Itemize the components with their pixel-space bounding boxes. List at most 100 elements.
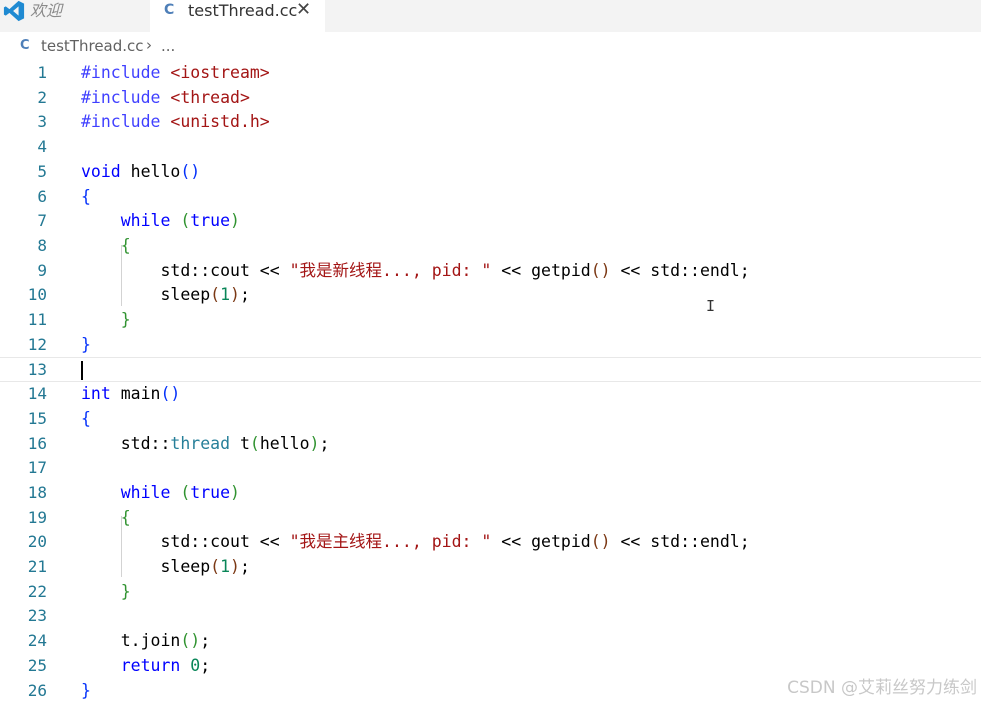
line-number: 19: [0, 506, 47, 531]
code-token: t.join: [81, 631, 180, 650]
code-token: ;: [200, 656, 210, 675]
line-number: 7: [0, 209, 47, 234]
code-token: (): [180, 162, 200, 181]
code-line[interactable]: 19 {: [0, 506, 981, 531]
code-token: "我是新线程..., pid: ": [290, 261, 492, 280]
code-line[interactable]: 11 }: [0, 308, 981, 333]
code-line[interactable]: 7 while (true): [0, 209, 981, 234]
line-number: 26: [0, 679, 47, 703]
code-line[interactable]: 1 #include <iostream>: [0, 61, 981, 86]
line-number: 24: [0, 629, 47, 654]
code-text: std::cout << "我是主线程..., pid: " << getpid…: [81, 530, 750, 555]
code-line[interactable]: 8 {: [0, 234, 981, 259]
code-token: ): [230, 211, 240, 230]
code-token: ;: [200, 631, 210, 650]
code-text: t.join();: [81, 629, 210, 654]
code-line[interactable]: 15 {: [0, 407, 981, 432]
code-line[interactable]: 18 while (true): [0, 481, 981, 506]
code-editor[interactable]: 1#include <iostream>2#include <thread>3#…: [0, 61, 981, 702]
close-icon[interactable]: ✕: [296, 0, 311, 21]
code-token: [81, 236, 121, 255]
code-text: {: [81, 407, 91, 432]
code-token: 1: [220, 557, 230, 576]
code-line[interactable]: 21 sleep(1);: [0, 555, 981, 580]
code-token: hello: [121, 162, 181, 181]
code-text: #include <thread>: [81, 86, 250, 111]
code-token: (: [250, 434, 260, 453]
text-cursor: [81, 361, 83, 380]
code-text: return 0;: [81, 654, 210, 679]
tab-welcome[interactable]: 欢迎: [30, 0, 62, 32]
code-token: t: [230, 434, 250, 453]
mouse-cursor-icon: I: [706, 297, 715, 315]
code-token: [170, 483, 180, 502]
code-line[interactable]: 12}: [0, 333, 981, 358]
code-token: [81, 582, 121, 601]
line-number: 9: [0, 259, 47, 284]
code-text: std::cout << "我是新线程..., pid: " << getpid…: [81, 259, 750, 284]
code-token: while: [121, 211, 171, 230]
code-line[interactable]: 17: [0, 456, 981, 481]
code-token: hello: [260, 434, 310, 453]
line-number: 15: [0, 407, 47, 432]
tab-testthread[interactable]: C testThread.cc ✕: [150, 0, 325, 32]
code-token: thread: [170, 434, 230, 453]
code-text: {: [81, 234, 131, 259]
code-line[interactable]: 4: [0, 135, 981, 160]
code-line[interactable]: 3#include <unistd.h>: [0, 110, 981, 135]
code-token: << std::endl;: [611, 261, 750, 280]
line-number: 11: [0, 308, 47, 333]
code-token: return: [121, 656, 181, 675]
code-token: {: [121, 236, 131, 255]
code-token: {: [81, 409, 91, 428]
line-number: 25: [0, 654, 47, 679]
code-token: <iostream>: [170, 63, 269, 82]
code-line[interactable]: 6{: [0, 185, 981, 210]
code-token: }: [121, 582, 131, 601]
code-token: std::: [81, 434, 170, 453]
code-token: std::cout <<: [81, 261, 290, 280]
code-text: #include <iostream>: [81, 61, 270, 86]
code-token: (: [210, 285, 220, 304]
code-line[interactable]: 20 std::cout << "我是主线程..., pid: " << get…: [0, 530, 981, 555]
line-number: 1: [0, 61, 47, 86]
code-token: std::cout <<: [81, 532, 290, 551]
line-number: 16: [0, 432, 47, 457]
code-line[interactable]: 2#include <thread>: [0, 86, 981, 111]
code-line[interactable]: 23: [0, 604, 981, 629]
code-token: (): [591, 261, 611, 280]
code-text: }: [81, 333, 91, 358]
code-token: #include: [81, 63, 170, 82]
code-line[interactable]: 16 std::thread t(hello);: [0, 432, 981, 457]
code-text: int main(): [81, 382, 180, 407]
line-number: 20: [0, 530, 47, 555]
code-token: (): [591, 532, 611, 551]
code-token: ;: [319, 434, 329, 453]
code-token: << getpid: [491, 532, 590, 551]
code-token: (: [180, 211, 190, 230]
code-token: }: [81, 335, 91, 354]
code-line[interactable]: 24 t.join();: [0, 629, 981, 654]
code-token: void: [81, 162, 121, 181]
breadcrumb-file[interactable]: testThread.cc: [41, 37, 144, 55]
code-line[interactable]: 22 }: [0, 580, 981, 605]
code-token: "我是主线程..., pid: ": [290, 532, 492, 551]
code-line[interactable]: 10 sleep(1);: [0, 283, 981, 308]
code-line[interactable]: 9 std::cout << "我是新线程..., pid: " << getp…: [0, 259, 981, 284]
code-token: while: [121, 483, 171, 502]
code-text: }: [81, 308, 131, 333]
code-token: (): [160, 384, 180, 403]
line-number: 22: [0, 580, 47, 605]
breadcrumb-more[interactable]: ...: [161, 37, 175, 55]
code-token: {: [121, 508, 131, 527]
code-token: 1: [220, 285, 230, 304]
code-token: << getpid: [491, 261, 590, 280]
code-line[interactable]: 5void hello(): [0, 160, 981, 185]
code-line[interactable]: 14int main(): [0, 382, 981, 407]
code-line[interactable]: 13: [0, 357, 981, 382]
code-token: [180, 656, 190, 675]
code-token: }: [81, 681, 91, 700]
line-number: 18: [0, 481, 47, 506]
code-token: <thread>: [170, 88, 249, 107]
line-number: 8: [0, 234, 47, 259]
